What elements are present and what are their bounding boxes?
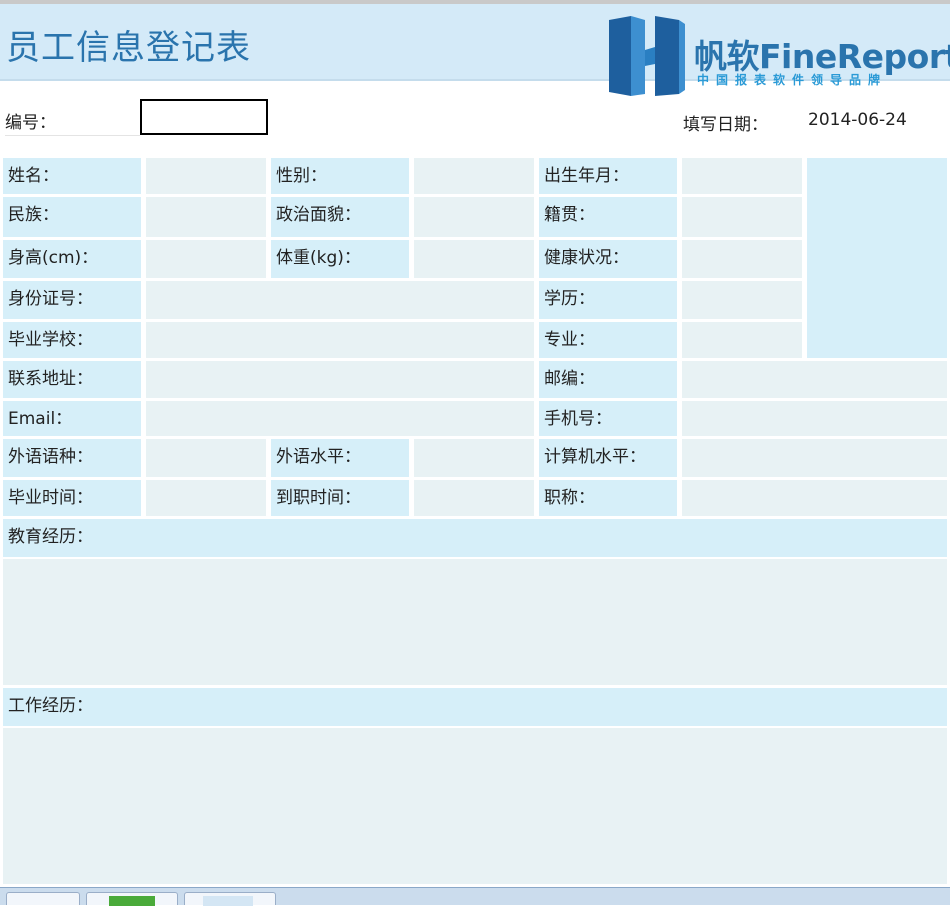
language-level-input[interactable] bbox=[414, 439, 534, 477]
ethnicity-input[interactable] bbox=[146, 197, 266, 237]
id-card-input[interactable] bbox=[146, 281, 534, 319]
finereport-logo-icon bbox=[609, 16, 685, 96]
id-card-label: 身份证号： bbox=[3, 281, 141, 319]
page-title: 员工信息登记表 bbox=[6, 28, 251, 68]
education-label: 学历： bbox=[539, 281, 677, 319]
mobile-input[interactable] bbox=[682, 401, 947, 436]
mobile-label: 手机号： bbox=[539, 401, 677, 436]
major-input[interactable] bbox=[682, 322, 802, 358]
id-input[interactable] bbox=[140, 99, 268, 135]
language-label: 外语语种： bbox=[3, 439, 141, 477]
school-label: 毕业学校： bbox=[3, 322, 141, 358]
gender-input[interactable] bbox=[414, 158, 534, 194]
language-level-label: 外语水平： bbox=[271, 439, 409, 477]
gender-label: 性别： bbox=[271, 158, 409, 194]
birth-label: 出生年月： bbox=[539, 158, 677, 194]
name-label: 姓名： bbox=[3, 158, 141, 194]
edu-history-input[interactable] bbox=[3, 559, 947, 685]
political-label: 政治面貌： bbox=[271, 197, 409, 237]
work-history-label: 工作经历： bbox=[3, 688, 947, 726]
education-input[interactable] bbox=[682, 281, 802, 319]
sheet-tab-1[interactable] bbox=[6, 892, 80, 905]
job-title-label: 职称： bbox=[539, 480, 677, 516]
join-time-input[interactable] bbox=[414, 480, 534, 516]
id-underline bbox=[5, 135, 140, 136]
job-title-input[interactable] bbox=[682, 480, 947, 516]
grad-time-input[interactable] bbox=[146, 480, 266, 516]
sheet-tab-2[interactable] bbox=[86, 892, 178, 906]
name-input[interactable] bbox=[146, 158, 266, 194]
date-value: 2014-06-24 bbox=[808, 110, 907, 130]
computer-level-input[interactable] bbox=[682, 439, 947, 477]
native-place-label: 籍贯： bbox=[539, 197, 677, 237]
health-label: 健康状况： bbox=[539, 240, 677, 278]
sheet-tab-3[interactable] bbox=[184, 892, 276, 906]
height-input[interactable] bbox=[146, 240, 266, 278]
political-input[interactable] bbox=[414, 197, 534, 237]
language-input[interactable] bbox=[146, 439, 266, 477]
major-label: 专业： bbox=[539, 322, 677, 358]
photo-area[interactable] bbox=[807, 158, 947, 358]
grad-time-label: 毕业时间： bbox=[3, 480, 141, 516]
weight-input[interactable] bbox=[414, 240, 534, 278]
height-label: 身高(cm)： bbox=[3, 240, 141, 278]
school-input[interactable] bbox=[146, 322, 534, 358]
join-time-label: 到职时间： bbox=[271, 480, 409, 516]
edu-history-label: 教育经历： bbox=[3, 519, 947, 557]
computer-level-label: 计算机水平： bbox=[539, 439, 677, 477]
postcode-input[interactable] bbox=[682, 361, 947, 398]
postcode-label: 邮编： bbox=[539, 361, 677, 398]
ethnicity-label: 民族： bbox=[3, 197, 141, 237]
brand-slogan: 中国报表软件领导品牌 bbox=[697, 73, 888, 87]
date-label: 填写日期： bbox=[683, 115, 768, 135]
birth-input[interactable] bbox=[682, 158, 802, 194]
health-input[interactable] bbox=[682, 240, 802, 278]
address-input[interactable] bbox=[146, 361, 534, 398]
address-label: 联系地址： bbox=[3, 361, 141, 398]
id-label: 编号： bbox=[5, 113, 56, 133]
work-history-input[interactable] bbox=[3, 728, 947, 884]
email-label: Email： bbox=[3, 401, 141, 436]
email-input[interactable] bbox=[146, 401, 534, 436]
weight-label: 体重(kg)： bbox=[271, 240, 409, 278]
native-place-input[interactable] bbox=[682, 197, 802, 237]
